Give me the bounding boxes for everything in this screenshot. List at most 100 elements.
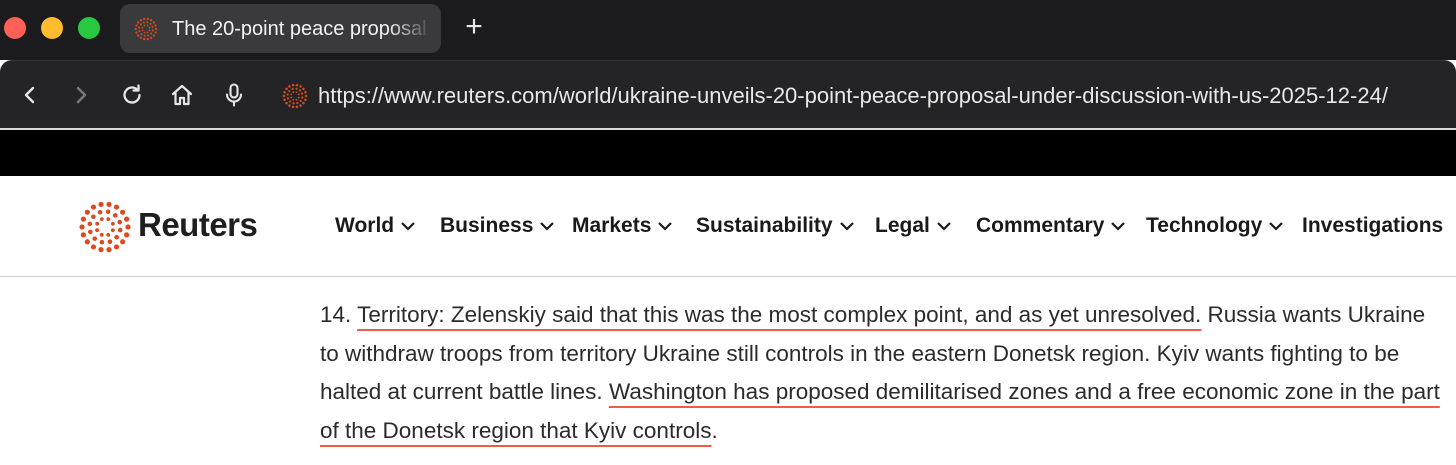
nav-markets[interactable]: Markets <box>572 214 673 238</box>
logo-dot <box>152 34 155 37</box>
logo-dot <box>97 210 103 215</box>
logo-dot <box>288 89 291 93</box>
logo-dot <box>154 24 157 27</box>
logo-dot <box>146 24 149 27</box>
logo-dot <box>120 239 126 245</box>
forward-icon[interactable] <box>67 81 95 109</box>
logo-dot <box>149 18 153 22</box>
logo-dot <box>150 32 153 35</box>
maximize-window-button[interactable] <box>78 17 100 39</box>
logo-dot <box>295 91 298 94</box>
logo-dot <box>283 90 286 94</box>
logo-dot <box>141 29 144 32</box>
logo-dot <box>80 216 86 222</box>
logo-dot <box>297 93 300 96</box>
logo-dot <box>124 216 130 222</box>
logo-dot <box>286 97 290 100</box>
logo-dot <box>139 23 142 26</box>
logo-dot <box>124 232 130 238</box>
logo-dot <box>282 94 286 98</box>
logo-dot <box>113 244 120 250</box>
logo-dot <box>302 101 305 105</box>
nav-world-label: World <box>335 214 395 237</box>
nav-commentary[interactable]: Commentary <box>976 214 1126 238</box>
site-favicon-icon <box>282 83 308 109</box>
logo-dot <box>139 36 143 40</box>
microphone-icon[interactable] <box>220 81 248 109</box>
new-tab-button[interactable]: + <box>460 12 488 42</box>
logo-dot <box>295 83 299 87</box>
logo-dot <box>298 89 302 92</box>
logo-dot <box>110 221 115 226</box>
minimize-window-button[interactable] <box>41 17 63 39</box>
logo-dot <box>95 221 100 226</box>
logo-dot <box>304 98 307 102</box>
logo-dot <box>137 34 140 37</box>
back-icon[interactable] <box>16 81 44 109</box>
logo-dot <box>299 85 302 88</box>
point-number: 14. <box>320 302 352 327</box>
logo-dot <box>141 26 144 29</box>
logo-dot <box>135 24 138 27</box>
logo-dot <box>87 221 93 227</box>
nav-technology-label: Technology <box>1146 214 1263 237</box>
nav-sustainability[interactable]: Sustainability <box>696 214 855 238</box>
home-icon[interactable] <box>168 81 196 109</box>
logo-dot <box>291 105 295 109</box>
nav-world[interactable]: World <box>335 214 416 238</box>
chevron-down-icon <box>658 222 673 231</box>
logo-dot <box>99 239 105 245</box>
logo-dot <box>283 98 286 102</box>
reuters-logo-icon[interactable] <box>78 200 132 254</box>
reload-icon[interactable] <box>118 81 146 109</box>
chevron-down-icon <box>401 222 415 231</box>
logo-dot <box>99 217 104 222</box>
highlighted-text[interactable]: Territory: Zelenskiy said that this was … <box>357 302 1201 327</box>
browser-tab[interactable]: The 20-point peace proposal under discus… <box>120 4 441 53</box>
logo-dot <box>143 17 146 21</box>
logo-dot <box>92 236 98 241</box>
nav-technology[interactable]: Technology <box>1146 214 1284 238</box>
nav-legal[interactable]: Legal <box>875 214 952 238</box>
chevron-down-icon <box>540 222 555 231</box>
logo-dot <box>143 31 146 34</box>
logo-dot <box>110 228 115 233</box>
logo-dot <box>148 26 151 29</box>
logo-dot <box>91 214 96 220</box>
logo-dot <box>79 224 85 230</box>
address-bar[interactable]: https://www.reuters.com/world/ukraine-un… <box>318 83 1388 109</box>
logo-dot <box>98 201 104 207</box>
logo-dot <box>149 22 152 25</box>
logo-dot <box>90 244 97 250</box>
logo-dot <box>155 27 158 31</box>
logo-dot <box>290 96 293 99</box>
site-logo-text[interactable]: Reuters <box>138 206 258 244</box>
logo-dot <box>300 92 304 95</box>
logo-dot <box>152 21 155 24</box>
logo-dot <box>134 27 137 31</box>
logo-dot <box>290 93 293 96</box>
logo-dot <box>143 37 146 41</box>
logo-dot <box>286 93 289 96</box>
logo-dot <box>148 29 151 32</box>
close-window-button[interactable] <box>4 17 26 39</box>
paragraph-end: . <box>711 417 718 443</box>
logo-dot <box>292 102 295 105</box>
logo-dot <box>114 234 119 240</box>
logo-dot <box>146 31 149 34</box>
logo-dot <box>117 227 123 233</box>
article-body: 14. Territory: Zelenskiy said that this … <box>320 296 1440 450</box>
nav-investigations[interactable]: Investigations <box>1302 214 1443 238</box>
logo-dot <box>143 34 146 37</box>
logo-dot <box>98 247 104 253</box>
nav-legal-label: Legal <box>875 214 930 237</box>
logo-dot <box>297 96 300 99</box>
tab-title: The 20-point peace proposal under discus… <box>172 18 434 40</box>
logo-dot <box>84 239 90 245</box>
nav-business[interactable]: Business <box>440 214 555 238</box>
logo-dot <box>295 105 299 109</box>
logo-dot <box>138 30 141 33</box>
logo-dot <box>304 94 308 98</box>
logo-dot <box>106 232 111 237</box>
reuters-logo-icon <box>134 17 158 41</box>
